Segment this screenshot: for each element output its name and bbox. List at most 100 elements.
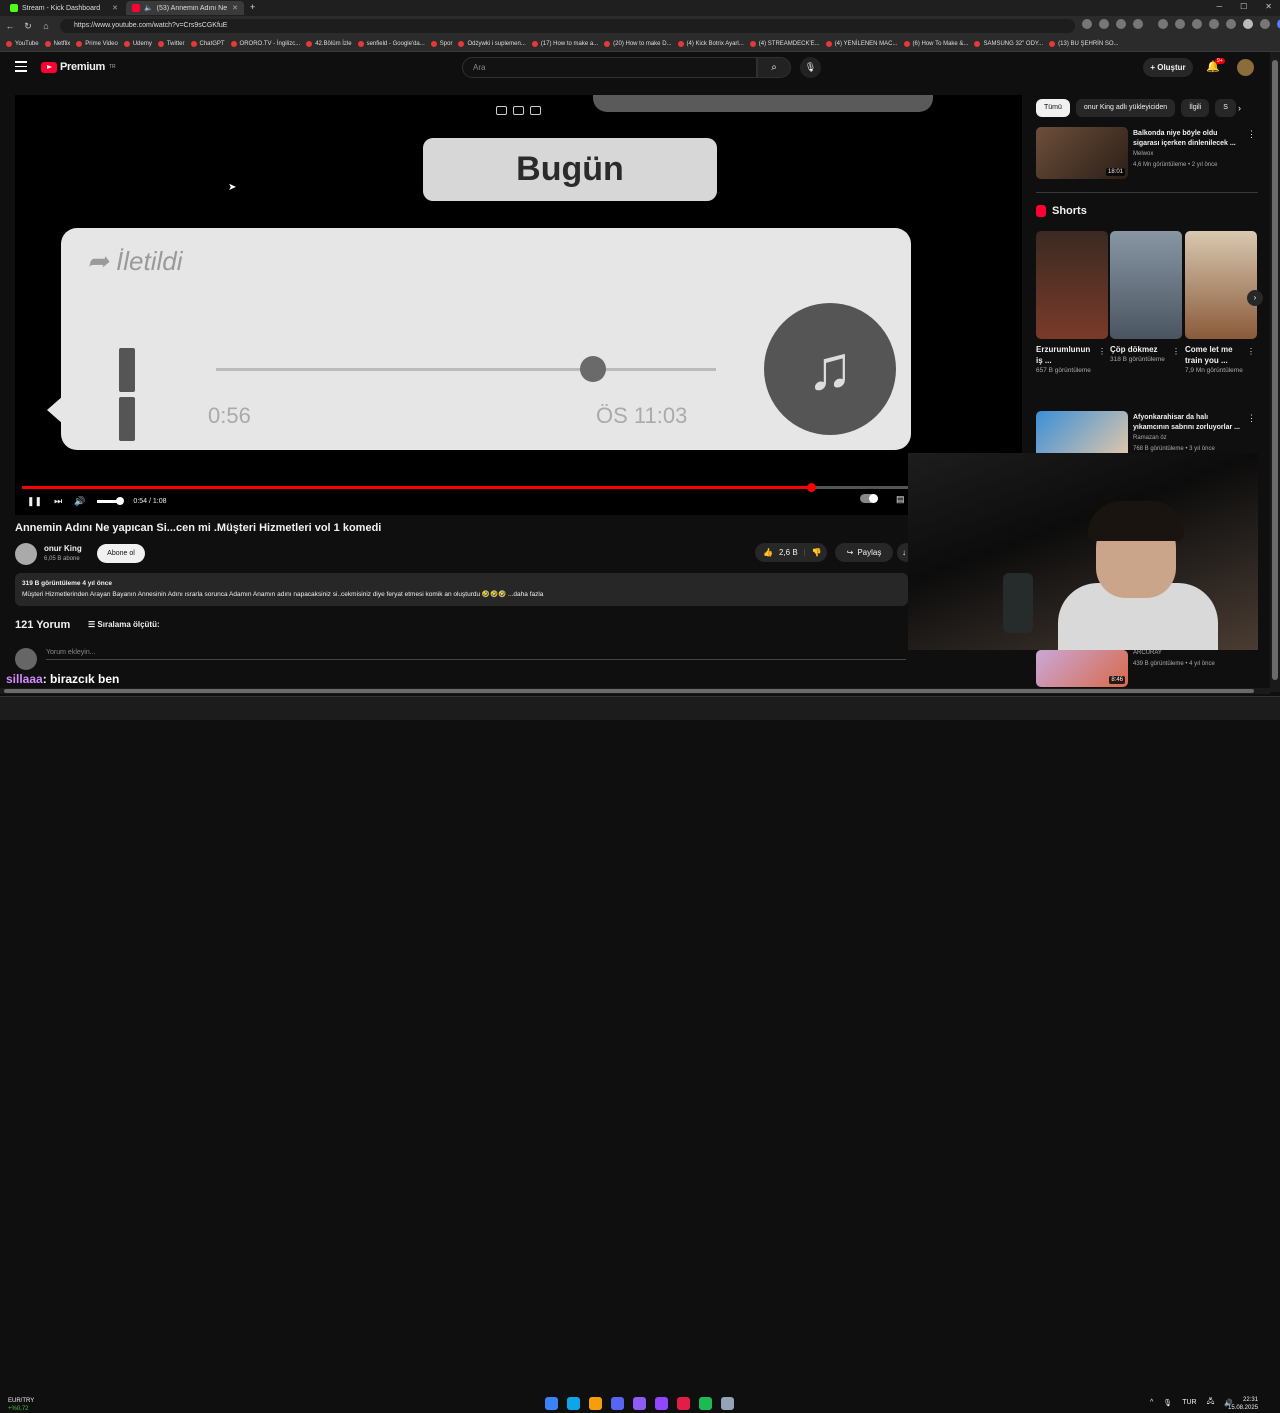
sort-button[interactable]: ☰ Sıralama ölçütü: — [88, 620, 160, 629]
short-item[interactable]: Come let me train you ... 7,9 Mn görüntü… — [1185, 231, 1257, 376]
short-thumbnail[interactable] — [1110, 231, 1182, 339]
chevron-right-icon[interactable]: › — [1238, 103, 1241, 113]
more-icon[interactable] — [1260, 19, 1270, 29]
vertical-scroll-thumb[interactable] — [1272, 60, 1278, 680]
subscribe-button[interactable]: Abone ol — [97, 544, 145, 563]
search-button[interactable]: ⌕ — [757, 57, 791, 78]
bookmark-item[interactable]: Odżywki i suplemen... — [458, 40, 526, 47]
language-indicator[interactable]: TUR — [1182, 1399, 1196, 1406]
bookmark-item[interactable]: Prime Video — [76, 40, 118, 47]
bookmark-item[interactable]: (6) How To Make &... — [903, 40, 968, 47]
extension-icon[interactable] — [1099, 19, 1109, 29]
autoplay-toggle[interactable] — [860, 494, 878, 503]
menu-icon[interactable] — [15, 61, 27, 75]
video-player[interactable]: Bugün ➦ İletildi 0:56 ÖS 11:03 ♫ ➤ ❚❚ ⏭ … — [15, 95, 1022, 515]
more-vert-icon[interactable]: ⋮ — [1247, 129, 1256, 140]
recommendation-item[interactable]: 18:01 Balkonda niye böyle oldu sigarası … — [1036, 127, 1258, 183]
recommendation-title[interactable]: Balkonda niye böyle oldu sigarası içerke… — [1133, 129, 1243, 149]
star-icon[interactable] — [1133, 19, 1143, 29]
more-vert-icon[interactable]: ⋮ — [1098, 347, 1106, 356]
video-thumbnail[interactable]: 8:46 — [1036, 650, 1128, 687]
recommendation-item[interactable]: 8:46 ARCURAY 439 B görüntüleme • 4 yıl ö… — [1036, 650, 1258, 688]
short-item[interactable]: Erzurumlunun iş ... 657 B görüntüleme ⋮ — [1036, 231, 1108, 376]
horizontal-scrollbar[interactable] — [0, 688, 1270, 694]
account-avatar[interactable] — [1237, 59, 1254, 76]
bookmark-item[interactable]: (4) Kick Botrix Ayarl... — [677, 40, 744, 47]
short-title[interactable]: Come let me train you ... — [1185, 344, 1243, 366]
chevron-up-icon[interactable]: ^ — [1150, 1399, 1153, 1406]
collections-icon[interactable] — [1209, 19, 1219, 29]
taskbar-app-icon[interactable] — [699, 1397, 712, 1410]
taskbar-app-icon[interactable] — [611, 1397, 624, 1410]
extension-icon[interactable] — [1158, 19, 1168, 29]
taskbar-app-icon[interactable] — [589, 1397, 602, 1410]
bookmark-item[interactable]: Netflix — [44, 40, 70, 47]
maximize-icon[interactable]: ☐ — [1240, 2, 1247, 11]
chip-related[interactable]: İlgili — [1181, 99, 1210, 117]
short-item[interactable]: Çöp dökmez 318 B görüntüleme ⋮ — [1110, 231, 1182, 365]
bookmark-item[interactable]: (4) STREAMDECK'E... — [749, 40, 820, 47]
channel-avatar[interactable] — [15, 543, 37, 565]
close-window-icon[interactable]: ✕ — [1265, 2, 1272, 11]
home-icon[interactable]: ⌂ — [38, 21, 54, 31]
youtube-logo[interactable]: Premium TR — [41, 61, 116, 73]
bookmark-item[interactable]: (17) How to make a... — [531, 40, 598, 47]
short-thumbnail[interactable] — [1185, 231, 1257, 339]
taskbar-app-icon[interactable] — [633, 1397, 646, 1410]
chip-more[interactable]: S — [1215, 99, 1236, 117]
bookmark-item[interactable]: Twitter — [157, 40, 185, 47]
url-field[interactable]: https://www.youtube.com/watch?v=Crs9sCGK… — [60, 19, 1075, 33]
progress-scrubber[interactable] — [806, 483, 816, 492]
bookmark-item[interactable]: SAMSUNG 32" ODY... — [974, 40, 1043, 47]
minimize-icon[interactable]: ─ — [1216, 2, 1222, 11]
more-vert-icon[interactable]: ⋮ — [1247, 413, 1256, 424]
volume-icon[interactable]: 🔊 — [74, 496, 85, 507]
channel-name[interactable]: onur King — [44, 544, 82, 553]
taskbar-app-icon[interactable] — [567, 1397, 580, 1410]
chevron-right-icon[interactable]: › — [1247, 290, 1263, 306]
close-icon[interactable]: ✕ — [232, 4, 238, 12]
profile-icon[interactable] — [1243, 19, 1253, 29]
like-icon[interactable]: 👍 — [763, 548, 773, 557]
bookmark-item[interactable]: Spor — [430, 40, 452, 47]
comment-input[interactable]: Yorum ekleyin... — [46, 649, 906, 660]
next-icon[interactable]: ⏭ — [54, 496, 62, 507]
chip-all[interactable]: Tümü — [1036, 99, 1070, 117]
bookmark-item[interactable]: 42.Bölüm İzle — [306, 40, 352, 47]
tab-kick-dashboard[interactable]: Stream - Kick Dashboard ✕ — [4, 1, 124, 15]
bookmark-item[interactable]: Udemy — [123, 40, 152, 47]
bookmark-item[interactable]: (13) BU ŞEHRİN SO... — [1049, 40, 1119, 47]
taskbar-app-icon[interactable] — [721, 1397, 734, 1410]
screenshot-icon[interactable] — [513, 106, 524, 115]
short-thumbnail[interactable] — [1036, 231, 1108, 339]
bookmark-item[interactable]: ORORO.TV - İngilizc... — [230, 40, 300, 47]
recommendation-item[interactable]: Afyonkarahisar da halı yıkamcının sabrın… — [1036, 411, 1258, 453]
bookmark-item[interactable]: senfield - Google'da... — [357, 40, 425, 47]
bookmark-item[interactable]: (20) How to make D... — [604, 40, 672, 47]
popout-icon[interactable] — [530, 106, 541, 115]
more-vert-icon[interactable]: ⋮ — [1172, 347, 1180, 356]
video-thumbnail[interactable]: 18:01 — [1036, 127, 1128, 179]
search-input[interactable]: Ara — [462, 57, 757, 78]
extension-icon[interactable] — [1226, 19, 1236, 29]
extension-icon[interactable] — [1082, 19, 1092, 29]
taskbar-app-icon[interactable] — [677, 1397, 690, 1410]
stock-ticker-widget[interactable]: EUR/TRY +%0,72 — [8, 1397, 34, 1413]
mic-icon[interactable]: 🎙 — [1163, 1399, 1172, 1407]
reload-icon[interactable]: ↻ — [20, 21, 36, 32]
more-vert-icon[interactable]: ⋮ — [1247, 347, 1255, 356]
description-box[interactable]: 319 B görüntüleme 4 yıl önce Müşteri Hiz… — [15, 573, 908, 606]
favorites-icon[interactable] — [1192, 19, 1202, 29]
dislike-icon[interactable]: 👎 — [812, 548, 822, 557]
chip-uploader[interactable]: onur King adlı yükleyiciden — [1075, 99, 1176, 117]
subtitles-icon[interactable]: ▤ — [896, 494, 905, 505]
bookmark-item[interactable]: ChatGPT — [190, 40, 225, 47]
create-button[interactable]: + Oluştur — [1143, 58, 1193, 77]
extension-icon[interactable] — [1175, 19, 1185, 29]
network-icon[interactable]: 🖧 — [1207, 1397, 1215, 1408]
close-icon[interactable]: ✕ — [112, 4, 118, 12]
video-thumbnail[interactable] — [1036, 411, 1128, 453]
speaker-icon[interactable]: 🔈 — [144, 4, 153, 12]
taskbar-app-icon[interactable] — [545, 1397, 558, 1410]
voice-search-button[interactable]: 🎙 — [800, 57, 821, 78]
